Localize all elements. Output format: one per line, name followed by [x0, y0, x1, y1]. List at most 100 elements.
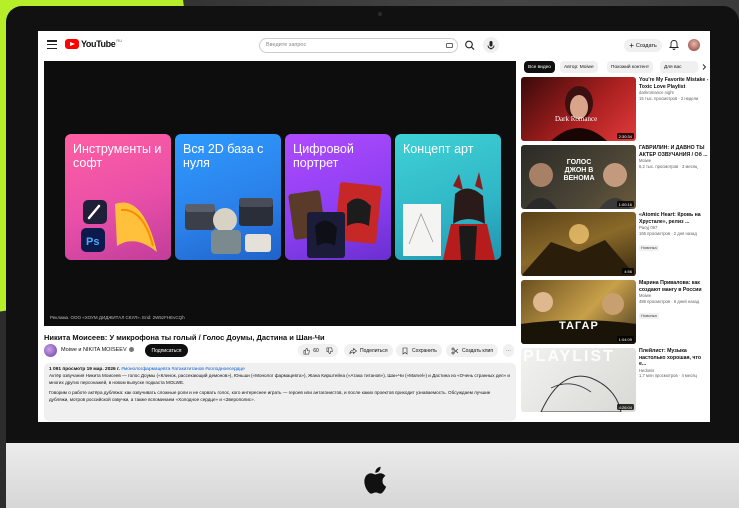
- mic-icon: [487, 41, 495, 50]
- recommendation-title[interactable]: ГАВРИЛИН: И ДАВНО ТЫ АКТЕР ОЗВУЧАНИЯ / О…: [639, 145, 709, 158]
- like-icon[interactable]: [303, 347, 310, 355]
- channel-avatar[interactable]: [44, 344, 57, 357]
- channel-name[interactable]: Moiwe и NIKITA MOISEEV: [61, 347, 134, 353]
- search-placeholder: Введите запрос: [266, 42, 307, 48]
- recommendation-item[interactable]: ГОЛОС ДЖОН В ВЕНОМА 1:00:16 ГАВРИЛИН: И …: [521, 145, 710, 209]
- recommendation-filter-chips: Все видео Автор: Moiwe Похожий контент Д…: [524, 61, 710, 74]
- description-paragraph: Говорим о работе актёра дубляжа: как озв…: [49, 390, 491, 402]
- account-avatar[interactable]: [688, 39, 700, 51]
- promo-card-tools: Инструменты и софт Ps: [65, 134, 171, 260]
- video-title: Никита Моисеев: У микрофона ты голый / Г…: [44, 333, 325, 342]
- video-duration: 4:56: [622, 268, 634, 274]
- promo-card-concept-art: Концепт арт: [395, 134, 501, 260]
- plus-icon: +: [629, 40, 634, 50]
- verified-icon: [128, 347, 134, 353]
- masthead: YouTube RU Введите запрос + Создать: [38, 31, 710, 59]
- video-thumbnail[interactable]: PLAYLIST 4:26:04: [521, 348, 636, 412]
- camera-icon: [378, 12, 382, 16]
- share-icon: [349, 347, 357, 354]
- recommendation-item[interactable]: 4:56 «Atomic Heart: Кровь на Хрустале», …: [521, 212, 710, 276]
- scissors-icon: [451, 347, 459, 354]
- bell-icon[interactable]: [668, 39, 680, 51]
- video-duration: 4:26:04: [616, 404, 634, 410]
- search-input[interactable]: Введите запрос: [259, 38, 458, 53]
- chip-for-you[interactable]: Для вас: [660, 61, 698, 73]
- promo-card-2d-base: Вся 2D база с нуля: [175, 134, 281, 260]
- search-icon[interactable]: [462, 38, 478, 53]
- description-box[interactable]: 1 091 просмотр 19 мар. 2026 г. #монологф…: [44, 363, 516, 421]
- chip-similar-content[interactable]: Похожий контент: [607, 61, 654, 73]
- thumbnail-artwork: [521, 292, 636, 344]
- clip-button[interactable]: Создать клип: [446, 344, 499, 357]
- dislike-icon[interactable]: [326, 347, 333, 355]
- concept-character-illustration: [403, 172, 495, 260]
- more-actions-button[interactable]: ⋯: [503, 344, 514, 357]
- ad-disclosure: Реклама. ООО «ХОУМ ДИДЖИТАЛ СКУЛ». Erid:…: [50, 315, 185, 320]
- youtube-play-icon: [65, 39, 79, 49]
- video-thumbnail[interactable]: Dark Romance 2:30:34: [521, 77, 636, 141]
- bookmark-icon: [402, 347, 408, 355]
- imac-frame: YouTube RU Введите запрос + Создать Инст…: [6, 6, 739, 508]
- recommendation-title[interactable]: Марина Привалова: как создают мангу в Ро…: [639, 280, 709, 293]
- video-thumbnail[interactable]: ТАГАР 1:04:09: [521, 280, 636, 344]
- video-duration: 1:04:09: [616, 336, 634, 342]
- new-badge: Новинка: [639, 244, 659, 251]
- chip-by-author[interactable]: Автор: Moiwe: [560, 61, 598, 73]
- video-player[interactable]: Инструменты и софт Ps Вся 2D база с нуля: [44, 61, 516, 326]
- recommendation-stats: 6,2 тыс. просмотров · 3 месяц: [639, 163, 698, 169]
- recommendation-title[interactable]: «Atomic Heart: Кровь на Хрустале», релиз…: [639, 212, 709, 225]
- chests-illustration: [185, 198, 273, 254]
- video-thumbnail[interactable]: ГОЛОС ДЖОН В ВЕНОМА 1:00:16: [521, 145, 636, 209]
- recommendation-item[interactable]: ТАГАР 1:04:09 Марина Привалова: как созд…: [521, 280, 710, 344]
- keyboard-icon[interactable]: [446, 43, 453, 48]
- youtube-logo[interactable]: YouTube RU: [65, 37, 123, 49]
- save-button[interactable]: Сохранить: [396, 344, 442, 357]
- recommendation-info: Плейлист: Музыка настолько хорошая, что …: [639, 348, 709, 379]
- like-dislike-group: 60: [298, 344, 338, 357]
- logo-country-code: RU: [116, 37, 123, 43]
- recommendation-stats: 1,7 млн просмотров · 4 месяц: [639, 373, 697, 379]
- video-thumbnail[interactable]: 4:56: [521, 212, 636, 276]
- portraits-illustration: [288, 182, 382, 258]
- logo-text: YouTube: [81, 39, 116, 49]
- menu-icon[interactable]: [47, 40, 57, 50]
- recommendation-stats: 15 тыс. просмотров · 2 недели: [639, 95, 699, 101]
- recommendation-item[interactable]: PLAYLIST 4:26:04 Плейлист: Музыка настол…: [521, 348, 710, 412]
- promo-card-portrait: Цифровой портрет: [285, 134, 391, 260]
- subscribe-button[interactable]: Подписаться: [145, 344, 188, 357]
- thumbnail-caption: ТАГАР: [559, 320, 599, 332]
- save-label: Сохранить: [412, 347, 437, 354]
- video-duration: 2:30:34: [616, 133, 634, 139]
- clip-label: Создать клип: [462, 347, 494, 354]
- browser-screen: YouTube RU Введите запрос + Создать Инст…: [38, 31, 710, 422]
- like-count: 60: [313, 347, 319, 354]
- description-meta: 1 091 просмотр 19 мар. 2026 г. #монологф…: [49, 367, 245, 372]
- chip-all-videos[interactable]: Все видео: [524, 61, 555, 73]
- recommendation-title[interactable]: You're My Favorite Mistake - Toxic Love …: [639, 77, 709, 90]
- creative-apps-illustration: Ps: [81, 200, 157, 252]
- svg-text:Ps: Ps: [86, 236, 99, 248]
- video-duration: 1:00:16: [616, 201, 634, 207]
- chevron-right-icon[interactable]: [700, 63, 708, 71]
- recommendation-info: You're My Favorite Mistake - Toxic Love …: [639, 77, 709, 101]
- thumbnail-caption: PLAYLIST: [523, 348, 615, 365]
- thumbnail-artwork: [551, 86, 607, 141]
- create-label: Создать: [635, 42, 657, 49]
- create-button[interactable]: + Создать: [624, 39, 662, 52]
- recommendation-info: ГАВРИЛИН: И ДАВНО ТЫ АКТЕР ОЗВУЧАНИЯ / О…: [639, 145, 709, 169]
- recommendation-info: «Atomic Heart: Кровь на Хрустале», релиз…: [639, 212, 709, 254]
- recommendation-item[interactable]: Dark Romance 2:30:34 You're My Favorite …: [521, 77, 710, 141]
- share-button[interactable]: Поделиться: [344, 344, 393, 357]
- recommendation-stats: 165 просмотров · 2 дня назад: [639, 230, 697, 236]
- recommendation-title[interactable]: Плейлист: Музыка настолько хорошая, что …: [639, 348, 709, 368]
- description-hashtags[interactable]: #монологфармацевта #атакатитанов #холодн…: [121, 367, 245, 372]
- thumbnail-caption: ГОЛОС ДЖОН В ВЕНОМА: [563, 159, 595, 182]
- recommendation-info: Марина Привалова: как создают мангу в Ро…: [639, 280, 709, 322]
- apple-logo-icon: [364, 466, 387, 494]
- channel-row: Moiwe и NIKITA MOISEEV Подписаться 60 По…: [44, 344, 516, 358]
- thumbnail-caption: Dark Romance: [555, 115, 598, 123]
- mic-button[interactable]: [483, 37, 499, 53]
- recommendation-stats: 486 просмотров · 6 дней назад: [639, 298, 700, 304]
- thumbnail-artwork: [521, 224, 636, 276]
- description-paragraph: Актёр озвучания Никита Моисеев — голос Д…: [49, 373, 510, 385]
